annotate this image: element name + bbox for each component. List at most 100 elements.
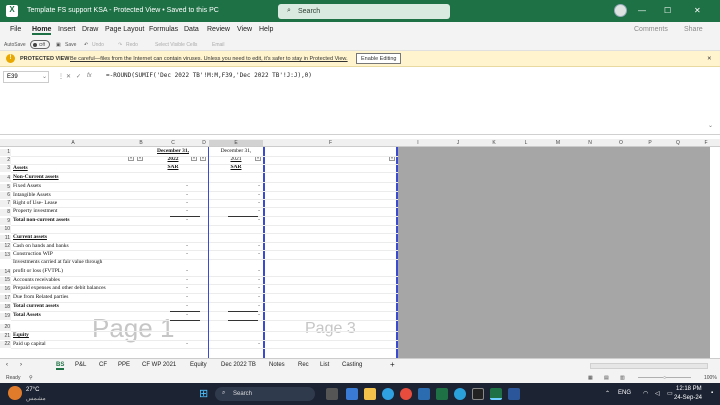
file-explorer-icon[interactable] bbox=[364, 388, 376, 400]
clock-date[interactable]: 24-Sep-24 bbox=[674, 395, 702, 401]
value-cell-e[interactable]: - bbox=[209, 268, 309, 274]
word-icon[interactable] bbox=[508, 388, 520, 400]
tab-cf-wp-2021[interactable]: CF WP 2021 bbox=[142, 362, 176, 368]
page-layout-view-icon[interactable]: ▤ bbox=[604, 375, 609, 381]
tab-notes[interactable]: Notes bbox=[269, 362, 285, 368]
value-cell-e[interactable]: - bbox=[209, 285, 309, 291]
accessibility-icon[interactable]: ⚲ bbox=[29, 375, 33, 381]
share-button[interactable]: Share bbox=[684, 26, 703, 33]
row-header[interactable]: 10 bbox=[0, 226, 11, 233]
chevron-down-icon[interactable]: ⌄ bbox=[42, 73, 47, 80]
confirm-icon[interactable]: ✓ bbox=[76, 73, 81, 80]
column-header-l[interactable]: L bbox=[510, 140, 542, 146]
column-header-p[interactable]: P bbox=[636, 140, 664, 146]
row-header[interactable]: 21 bbox=[0, 333, 11, 340]
add-sheet-icon[interactable]: + bbox=[390, 360, 395, 369]
cancel-icon[interactable]: ✕ bbox=[66, 73, 71, 80]
row-label[interactable]: Construction WIP bbox=[13, 251, 53, 257]
meet-icon[interactable] bbox=[346, 388, 358, 400]
column-header-c[interactable]: C bbox=[147, 140, 199, 146]
row-label[interactable]: Intangible Assets bbox=[13, 192, 51, 198]
zoom-slider[interactable]: —————○————— bbox=[638, 375, 691, 381]
email-button[interactable]: Email bbox=[212, 42, 225, 48]
tab-rec[interactable]: Rec bbox=[298, 362, 309, 368]
menu-formulas[interactable]: Formulas bbox=[149, 26, 178, 33]
save-button[interactable]: Save bbox=[65, 42, 76, 48]
windows-start-icon[interactable]: ⊞ bbox=[199, 387, 208, 400]
value-cell-e[interactable]: - bbox=[209, 277, 309, 283]
value-cell-e[interactable]: - bbox=[209, 243, 309, 249]
value-cell-e[interactable]: - bbox=[209, 217, 309, 223]
column-header-q[interactable]: Q bbox=[664, 140, 692, 146]
row-label[interactable]: Total non-current assets bbox=[13, 217, 70, 223]
tab-ppe[interactable]: PPE bbox=[118, 362, 130, 368]
tab-cf[interactable]: CF bbox=[99, 362, 107, 368]
column-header-d[interactable]: D bbox=[199, 140, 209, 146]
weather-temp[interactable]: 27°C bbox=[26, 387, 39, 393]
autosave-toggle[interactable]: Off bbox=[30, 40, 50, 49]
save-icon[interactable]: ▣ bbox=[56, 42, 61, 48]
row-label[interactable]: Accounts receivables bbox=[13, 277, 60, 283]
insert-function-button[interactable]: fx bbox=[87, 73, 92, 79]
row-header[interactable]: 2 bbox=[0, 157, 11, 164]
close-button[interactable]: ✕ bbox=[694, 6, 701, 15]
row-label[interactable]: Prepaid expenses and other debit balance… bbox=[13, 285, 106, 291]
column-header-b[interactable]: B bbox=[135, 140, 147, 146]
row-header[interactable]: 17 bbox=[0, 295, 11, 302]
tab-pl[interactable]: P&L bbox=[75, 362, 86, 368]
horizontal-scrollbar[interactable] bbox=[590, 363, 708, 369]
tab-bs[interactable]: BS bbox=[56, 362, 65, 370]
edge-icon[interactable] bbox=[382, 388, 394, 400]
row-header[interactable]: 20 bbox=[0, 324, 11, 331]
tab-equity[interactable]: Equity bbox=[190, 362, 207, 368]
value-cell-e[interactable]: - bbox=[209, 251, 309, 257]
menu-insert[interactable]: Insert bbox=[58, 26, 76, 33]
undo-icon[interactable]: ↶ bbox=[84, 42, 88, 48]
row-label[interactable]: Total Assets bbox=[13, 312, 41, 318]
column-header-j[interactable]: J bbox=[438, 140, 478, 146]
undo-button[interactable]: Undo bbox=[92, 42, 104, 48]
search-box[interactable]: ⌕ Search bbox=[278, 4, 450, 19]
column-header-m[interactable]: M bbox=[542, 140, 574, 146]
scroll-tabs-right-icon[interactable]: › bbox=[20, 362, 22, 368]
row-header[interactable]: 3 bbox=[0, 165, 11, 172]
menu-help[interactable]: Help bbox=[259, 26, 273, 33]
comments-button[interactable]: Comments bbox=[634, 26, 668, 33]
taskbar-search[interactable]: ⌕ Search bbox=[215, 387, 315, 401]
row-header[interactable]: 15 bbox=[0, 277, 11, 284]
row-label[interactable]: Non-Current assets bbox=[13, 174, 59, 180]
formula-input[interactable]: =-ROUND(SUMIF('Dec 2022 TB'!M:M,F39,'Dec… bbox=[106, 72, 312, 79]
redo-button[interactable]: Redo bbox=[126, 42, 138, 48]
volume-icon[interactable]: ◁ bbox=[655, 390, 660, 397]
battery-icon[interactable]: ▭ bbox=[667, 390, 673, 397]
row-header[interactable]: 7 bbox=[0, 200, 11, 207]
expand-formula-bar-icon[interactable]: ⌄ bbox=[708, 122, 713, 129]
wifi-icon[interactable]: ◠ bbox=[643, 390, 648, 397]
column-header-n[interactable]: N bbox=[574, 140, 606, 146]
row-header[interactable]: 22 bbox=[0, 341, 11, 348]
scroll-tabs-left-icon[interactable]: ‹ bbox=[6, 362, 8, 368]
row-label[interactable]: Equity bbox=[13, 332, 29, 338]
row-label[interactable]: Cash on hands and banks bbox=[13, 243, 69, 249]
clock-time[interactable]: 12:18 PM bbox=[676, 386, 702, 392]
value-cell-e[interactable]: - bbox=[209, 294, 309, 300]
value-cell-e[interactable]: - bbox=[209, 341, 309, 347]
row-label[interactable]: Due from Related parties bbox=[13, 294, 68, 300]
menu-file[interactable]: File bbox=[10, 26, 21, 33]
menu-view[interactable]: View bbox=[237, 26, 252, 33]
row-label[interactable]: Paid up capital bbox=[13, 341, 46, 347]
menu-data[interactable]: Data bbox=[184, 26, 199, 33]
enable-editing-button[interactable]: Enable Editing bbox=[356, 53, 402, 64]
row-header[interactable]: 9 bbox=[0, 218, 11, 225]
column-header-i[interactable]: I bbox=[398, 140, 438, 146]
row-header[interactable]: 16 bbox=[0, 286, 11, 293]
row-header[interactable]: 18 bbox=[0, 304, 11, 311]
excel-taskbar-icon[interactable] bbox=[490, 388, 502, 400]
row-label[interactable]: Right of Use- Lease bbox=[13, 200, 57, 206]
column-header-f[interactable]: F bbox=[263, 140, 398, 146]
tab-dec-2022-tb[interactable]: Dec 2022 TB bbox=[221, 362, 256, 368]
column-header-o[interactable]: O bbox=[606, 140, 636, 146]
telegram-icon[interactable] bbox=[454, 388, 466, 400]
tab-casting[interactable]: Casting bbox=[342, 362, 362, 368]
redo-icon[interactable]: ↷ bbox=[118, 42, 122, 48]
